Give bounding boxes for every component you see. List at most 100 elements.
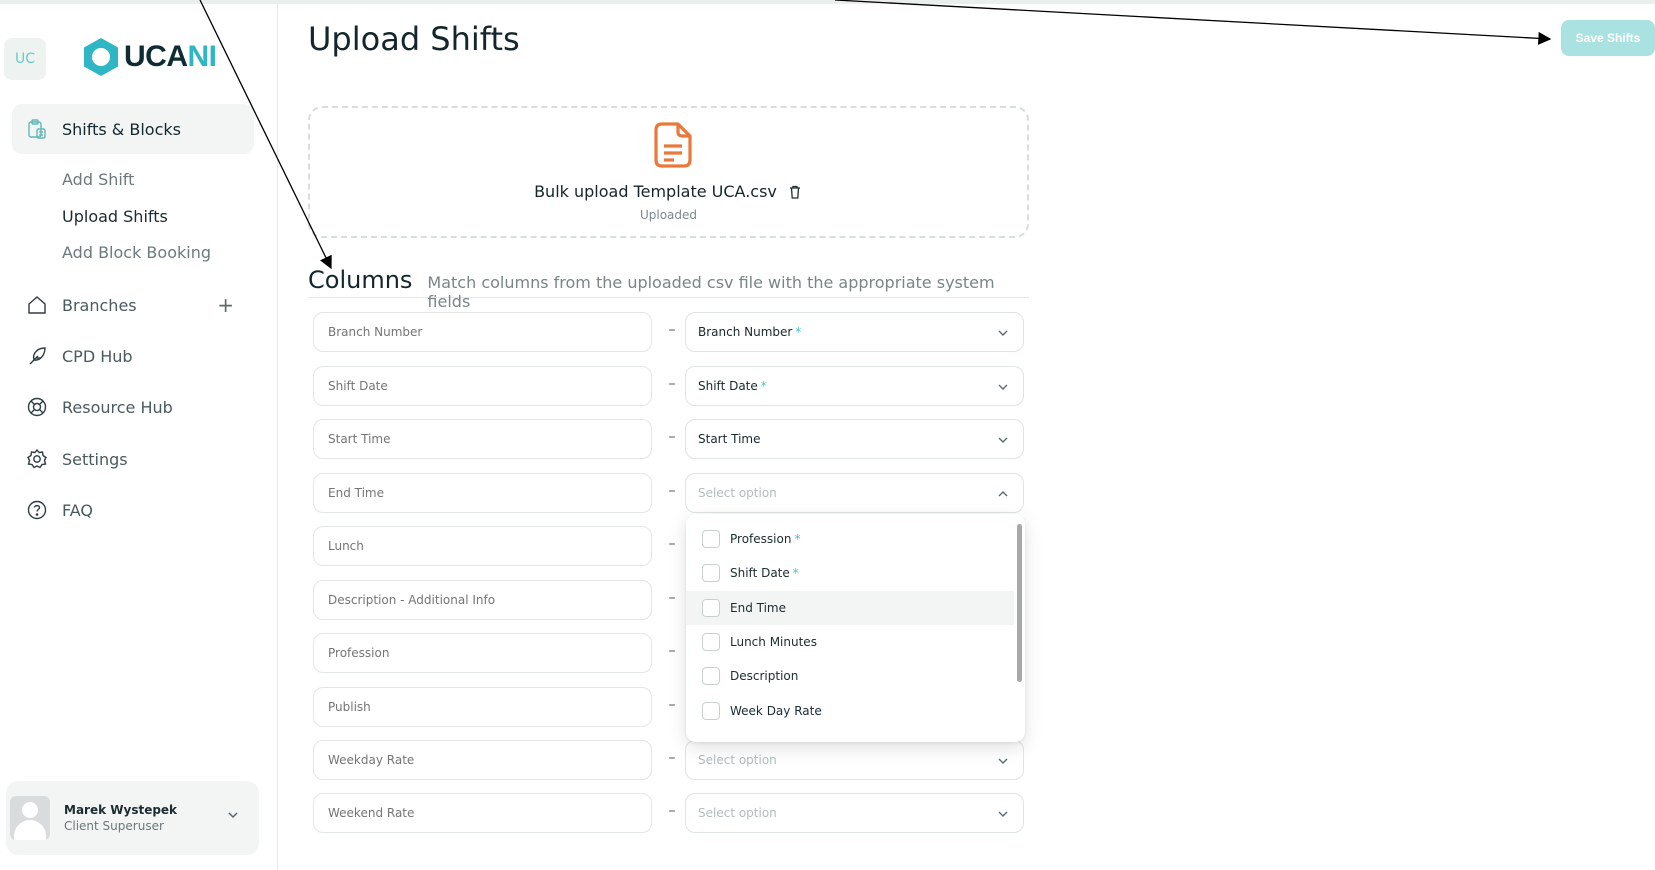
user-menu[interactable]: Marek Wystepek Client Superuser <box>6 781 259 855</box>
workspace-badge[interactable]: UC <box>4 38 46 80</box>
sidebar-item-label: Branches <box>62 295 137 315</box>
select-placeholder: Select option <box>698 753 777 767</box>
target-field-select[interactable]: Select option <box>685 740 1024 780</box>
target-field-select[interactable]: Start Time <box>685 419 1024 459</box>
sidebar-item-shifts-blocks[interactable]: Shifts & Blocks <box>12 104 254 154</box>
sidebar-item-label: CPD Hub <box>62 346 133 366</box>
sidebar-item-label: FAQ <box>62 500 93 520</box>
checkbox[interactable] <box>702 564 720 582</box>
source-column-field[interactable] <box>313 312 652 352</box>
target-field-select[interactable]: Select option <box>685 793 1024 833</box>
select-placeholder: Select option <box>698 806 777 820</box>
checkbox[interactable] <box>702 530 720 548</box>
column-mapping-row: – Shift Date* <box>313 366 1024 406</box>
option-label: Shift Date <box>730 566 790 580</box>
arrow-to-save-button <box>834 0 1552 45</box>
avatar <box>10 796 50 840</box>
ucani-logo[interactable]: UCANI <box>80 36 217 78</box>
mapping-dash: – <box>668 483 676 499</box>
chevron-down-icon <box>998 758 1008 764</box>
mapping-dash: – <box>668 750 676 766</box>
dropdown-option-profession[interactable]: Profession * <box>686 522 1014 556</box>
checkbox[interactable] <box>702 599 720 617</box>
source-column-field[interactable] <box>313 580 652 620</box>
checkbox[interactable] <box>702 633 720 651</box>
field-options-dropdown: Profession * Shift Date * End Time Lunch M… <box>686 514 1025 742</box>
feather-icon <box>26 345 48 367</box>
target-field-select-open[interactable]: Select option <box>685 473 1024 513</box>
logo-text: UCANI <box>124 40 217 73</box>
option-label: End Time <box>730 601 786 615</box>
option-label: Description <box>730 669 799 683</box>
source-column-field[interactable] <box>313 740 652 780</box>
mapping-dash: – <box>668 697 676 713</box>
checkbox[interactable] <box>702 702 720 720</box>
columns-subtitle: Match columns from the uploaded csv file… <box>427 273 995 311</box>
select-value: Branch Number <box>698 325 793 339</box>
mapping-dash: – <box>668 803 676 819</box>
checkbox[interactable] <box>702 667 720 685</box>
sidebar-item-cpd-hub[interactable]: CPD Hub <box>12 331 254 381</box>
source-column-field[interactable] <box>313 526 652 566</box>
source-column-field[interactable] <box>313 793 652 833</box>
dropdown-option-description[interactable]: Description <box>686 659 1014 693</box>
user-name: Marek Wystepek <box>64 803 178 817</box>
mapping-dash: – <box>668 322 676 338</box>
source-column-field[interactable] <box>313 687 652 727</box>
sidebar-item-resource-hub[interactable]: Resource Hub <box>12 382 254 432</box>
column-mapping-row: – Select option <box>313 473 1024 513</box>
user-role: Client Superuser <box>64 819 164 833</box>
gear-icon <box>26 448 48 470</box>
source-column-field[interactable] <box>313 633 652 673</box>
sidebar-item-label: Resource Hub <box>62 397 173 417</box>
column-mapping-row: – Branch Number* <box>313 312 1024 352</box>
sidebar: UC UCANI Shifts & Blocks Add Shift Uploa… <box>0 4 278 870</box>
option-label: Profession <box>730 532 792 546</box>
dropdown-option-lunch-minutes[interactable]: Lunch Minutes <box>686 625 1014 659</box>
target-field-select[interactable]: Shift Date * <box>685 366 1024 406</box>
trash-icon[interactable] <box>787 184 803 200</box>
source-column-field[interactable] <box>313 473 652 513</box>
uploaded-file: Bulk upload Template UCA.csv <box>310 182 1027 201</box>
add-branch-icon[interactable]: + <box>217 293 234 317</box>
clipboard-icon <box>26 118 48 140</box>
required-mark: * <box>792 566 799 580</box>
dropdown-option-week-day-rate[interactable]: Week Day Rate <box>686 694 1014 728</box>
column-mapping-row: – Select option <box>313 740 1024 780</box>
mapping-dash: – <box>668 536 676 552</box>
dropdown-option-shift-date[interactable]: Shift Date * <box>686 556 1014 590</box>
dropdown-scrollbar[interactable] <box>1017 524 1022 682</box>
sidebar-subitem-add-block-booking[interactable]: Add Block Booking <box>62 243 211 262</box>
target-field-select[interactable]: Branch Number * <box>685 312 1024 352</box>
sidebar-item-faq[interactable]: FAQ <box>12 485 254 535</box>
chevron-down-icon <box>998 384 1008 390</box>
column-mapping-row: – Start Time <box>313 419 1024 459</box>
sidebar-item-settings[interactable]: Settings <box>12 434 254 484</box>
mapping-dash: – <box>668 429 676 445</box>
upload-dropzone[interactable]: Bulk upload Template UCA.csv Uploaded <box>308 106 1029 238</box>
mapping-dash: – <box>668 376 676 392</box>
save-shifts-button[interactable]: Save Shifts <box>1561 20 1655 56</box>
select-placeholder: Select option <box>698 486 777 500</box>
source-column-field[interactable] <box>313 366 652 406</box>
column-mapping-row: – Select option <box>313 793 1024 833</box>
required-mark: * <box>760 379 767 393</box>
logo-mark-icon <box>84 38 118 76</box>
mapping-dash: – <box>668 590 676 606</box>
chevron-down-icon <box>998 437 1008 443</box>
chevron-down-icon <box>228 812 238 819</box>
chevron-up-icon <box>998 491 1008 497</box>
required-mark: * <box>795 325 802 339</box>
sidebar-subitem-add-shift[interactable]: Add Shift <box>62 170 134 189</box>
chevron-down-icon <box>998 330 1008 336</box>
mapping-dash: – <box>668 643 676 659</box>
source-column-field[interactable] <box>313 419 652 459</box>
chevron-down-icon <box>998 811 1008 817</box>
dropdown-option-end-time[interactable]: End Time <box>686 591 1014 625</box>
select-value: Shift Date <box>698 379 758 393</box>
home-icon <box>26 294 48 316</box>
lifebuoy-icon <box>26 396 48 418</box>
sidebar-item-branches[interactable]: Branches + <box>12 280 254 330</box>
sidebar-subitem-upload-shifts[interactable]: Upload Shifts <box>62 207 168 226</box>
sidebar-item-label: Shifts & Blocks <box>62 119 181 139</box>
